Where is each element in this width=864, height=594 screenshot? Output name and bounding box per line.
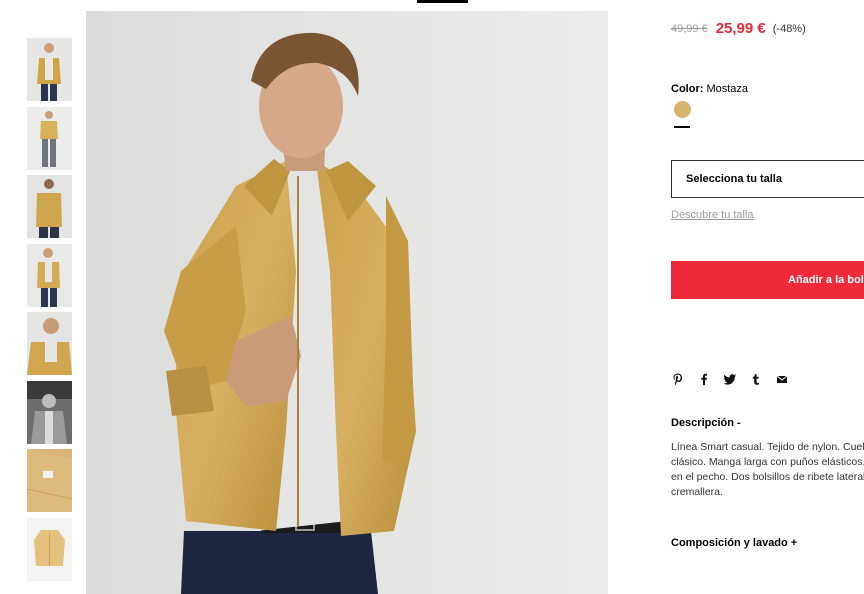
email-icon[interactable] [775, 372, 789, 386]
composition-toggle[interactable]: Composición y lavado + [671, 537, 797, 549]
thumbnail-8[interactable] [27, 517, 72, 581]
old-price: 49,99 € [671, 22, 708, 35]
discount-badge: (-48%) [772, 22, 806, 35]
description-line: en el pecho. Dos bolsillos de ribete lat… [671, 471, 864, 483]
description-line: cremallera. [671, 486, 723, 498]
description-toggle[interactable]: Descripción - [671, 417, 741, 429]
thumbnail-7[interactable] [27, 449, 72, 512]
tumblr-icon[interactable] [749, 372, 763, 386]
description-line: clásico. Manga larga con puños elásticos… [671, 456, 864, 468]
pinterest-icon[interactable] [671, 372, 685, 386]
size-select[interactable]: Selecciona tu talla [671, 160, 864, 198]
color-label-title: Color: [671, 83, 704, 95]
size-guide-link[interactable]: Descubre tu talla [671, 209, 754, 221]
add-to-bag-button[interactable]: Añadir a la bolsa [671, 261, 864, 299]
thumbnail-4[interactable] [27, 243, 72, 307]
color-swatch-mostaza[interactable] [674, 101, 691, 118]
main-product-image[interactable] [86, 11, 608, 594]
twitter-icon[interactable] [723, 372, 737, 386]
selected-swatch-indicator [674, 126, 690, 128]
thumbnail-2[interactable] [27, 106, 72, 170]
product-photo [86, 11, 608, 594]
active-tab-indicator [417, 0, 468, 3]
facebook-icon[interactable] [697, 372, 711, 386]
thumbnail-gallery [27, 38, 72, 586]
product-info-panel: 49,99 € 25,99 € (-48%) Color: Mostaza Sele… [671, 0, 864, 594]
thumbnail-3[interactable] [27, 175, 72, 238]
thumbnail-1[interactable] [27, 38, 72, 101]
description-text: Línea Smart casual. Tejido de nylon. Cue… [671, 440, 864, 500]
sale-price: 25,99 € [715, 20, 766, 38]
color-value: Mostaza [706, 83, 749, 95]
thumbnail-5[interactable] [27, 312, 72, 375]
color-label: Color: Mostaza [671, 83, 748, 95]
price-row: 49,99 € 25,99 € (-48%) [671, 20, 806, 38]
thumbnail-6[interactable] [27, 380, 72, 444]
description-line: Línea Smart casual. Tejido de nylon. Cue… [671, 441, 864, 453]
